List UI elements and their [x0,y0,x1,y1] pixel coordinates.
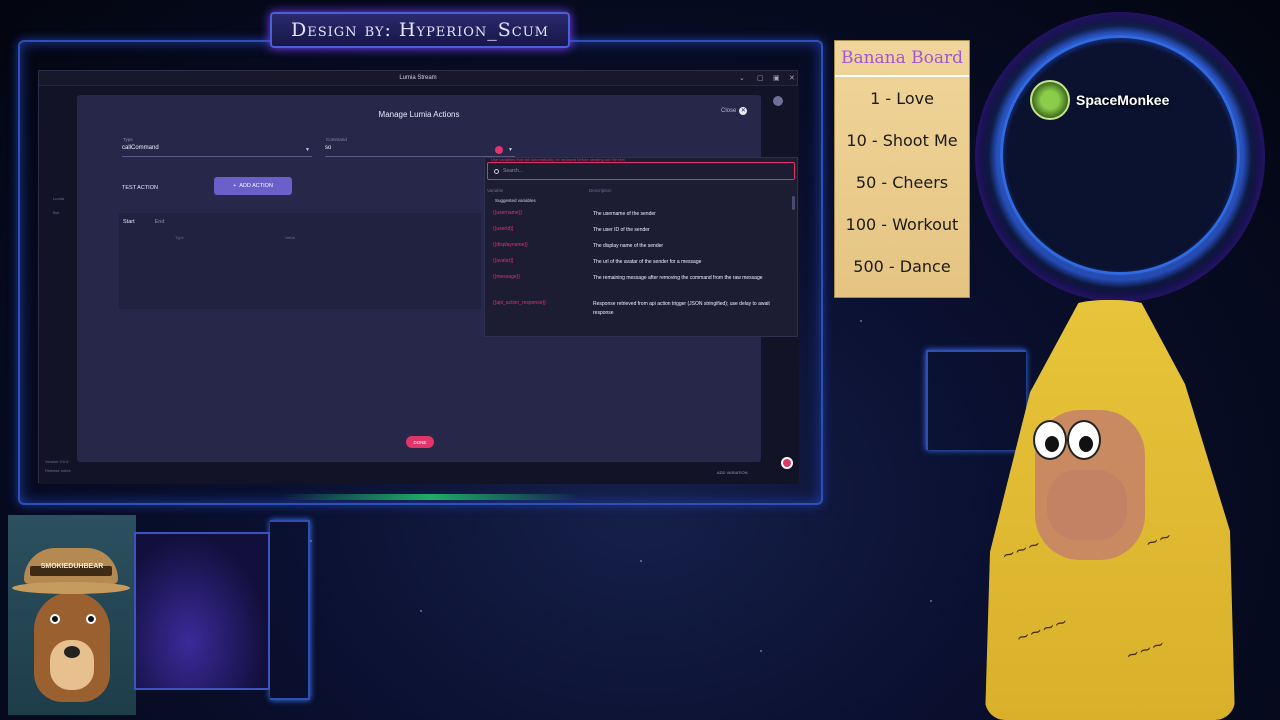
close-icon: ✕ [739,107,748,115]
star [930,600,932,602]
design-credit-text: Design by: Hyperion_Scum [291,19,549,41]
variable-desc: Response retrieved from api action trigg… [593,301,770,316]
close-window-icon[interactable]: ✕ [789,74,795,82]
chevron-down-icon: ▼ [508,147,513,153]
variable-search-input[interactable]: Search... [487,162,795,180]
bear-nose [64,646,80,658]
close-button[interactable]: Close ✕ [721,107,748,115]
banana-item: 1 - Love [870,88,934,108]
search-placeholder: Search... [503,168,524,174]
variable-desc: The remaining message after removing the… [593,275,763,281]
variable-desc: The user ID of the sender [593,227,650,233]
side-item[interactable]: Bot [53,210,59,215]
add-action-button[interactable]: + ADD ACTION [214,177,292,195]
avatar[interactable] [773,96,783,106]
googly-eye [1067,420,1101,460]
column-description: Description [589,188,612,193]
dna-panel [134,532,270,690]
stream-overlay: Design by: Hyperion_Scum Lumia Stream ⌄ … [0,0,1280,720]
variables-dropdown: Use variables that will automatically be… [484,157,798,337]
bear-hat-brim [12,582,130,594]
viewer-name: SpaceMonkee [1076,92,1170,108]
streamer-webcam: ~~~ ~~ ~~~~ ~~~ [975,300,1245,720]
streamer-hand [1047,470,1127,540]
add-variation-button[interactable]: ADD VARIATION [717,470,748,475]
variable-name: {{api_action_response}} [493,300,546,306]
type-label: Type [123,137,133,142]
variable-desc: The display name of the sender [593,243,664,249]
action-list [119,213,481,309]
variables-badge[interactable] [495,146,503,154]
variable-name: {{avatar}} [493,258,514,264]
variable-desc: The url of the avatar of the sender for … [593,259,702,265]
frame-glow [280,494,580,500]
neon-line [270,520,310,700]
titlebar: Lumia Stream ⌄ ▢ ▣ ✕ [39,71,797,86]
suggested-header: Suggested variables [495,198,536,203]
command-label: Command [326,137,347,142]
action-tabs: Start End [123,219,164,225]
add-action-label: ADD ACTION [239,183,273,189]
variable-name: {{displayname}} [493,242,528,248]
tab-end[interactable]: End [155,219,165,225]
variable-desc: The username of the sender [593,211,656,217]
banana-item: 10 - Shoot Me [846,130,958,150]
window-title: Lumia Stream [399,75,437,81]
search-icon [494,168,499,174]
record-button[interactable] [781,457,793,469]
maximize-icon[interactable]: ▣ [773,74,780,82]
column-type: Type [175,235,184,240]
banana-item: 500 - Dance [853,256,951,276]
type-select[interactable]: callCommand ▼ [122,143,312,157]
variable-name: {{userId}} [493,226,514,232]
portal-ring [1000,35,1240,275]
variable-name: {{message}} [493,274,520,280]
viewer-badge: SpaceMonkee [1030,80,1169,120]
side-item[interactable]: Lumia [53,196,64,201]
viewer-avatar [1030,80,1070,120]
close-label: Close [721,108,737,114]
googly-eye [1033,420,1067,460]
minimize-icon[interactable]: ⌄ [739,74,745,82]
star [310,540,312,542]
command-value: so [325,145,332,151]
star [420,610,422,612]
command-field[interactable]: so ▼ [325,143,515,157]
star [760,650,762,652]
release-notes-link[interactable]: Release notes [45,468,71,473]
bear-eye [86,614,96,624]
variable-name: {{username}} [493,210,522,216]
banana-item: 100 - Workout [845,214,959,234]
test-action-button[interactable]: TEST ACTION [122,185,158,191]
design-credit-banner: Design by: Hyperion_Scum [270,12,570,48]
column-variable: Variable [487,188,504,193]
bear-hat-text: SMOKIEDUHBEAR [40,563,104,570]
star [640,560,642,562]
plus-icon: + [233,183,237,189]
chevron-down-icon: ▼ [305,147,310,153]
column-value: Value [285,235,295,240]
banana-board-title: Banana Board [835,41,969,77]
star [860,320,862,322]
banana-board: Banana Board 1 - Love 10 - Shoot Me 50 -… [834,40,970,298]
banana-item: 50 - Cheers [855,172,949,192]
type-value: callCommand [122,145,159,151]
scrollbar[interactable] [792,196,795,210]
bear-eye [50,614,60,624]
tab-start[interactable]: Start [123,219,135,225]
done-button[interactable]: DONE [406,436,434,448]
version-text: Version 9.0.0 [45,459,69,464]
restore-icon[interactable]: ▢ [757,74,764,82]
modal-title: Manage Lumia Actions [378,110,460,119]
